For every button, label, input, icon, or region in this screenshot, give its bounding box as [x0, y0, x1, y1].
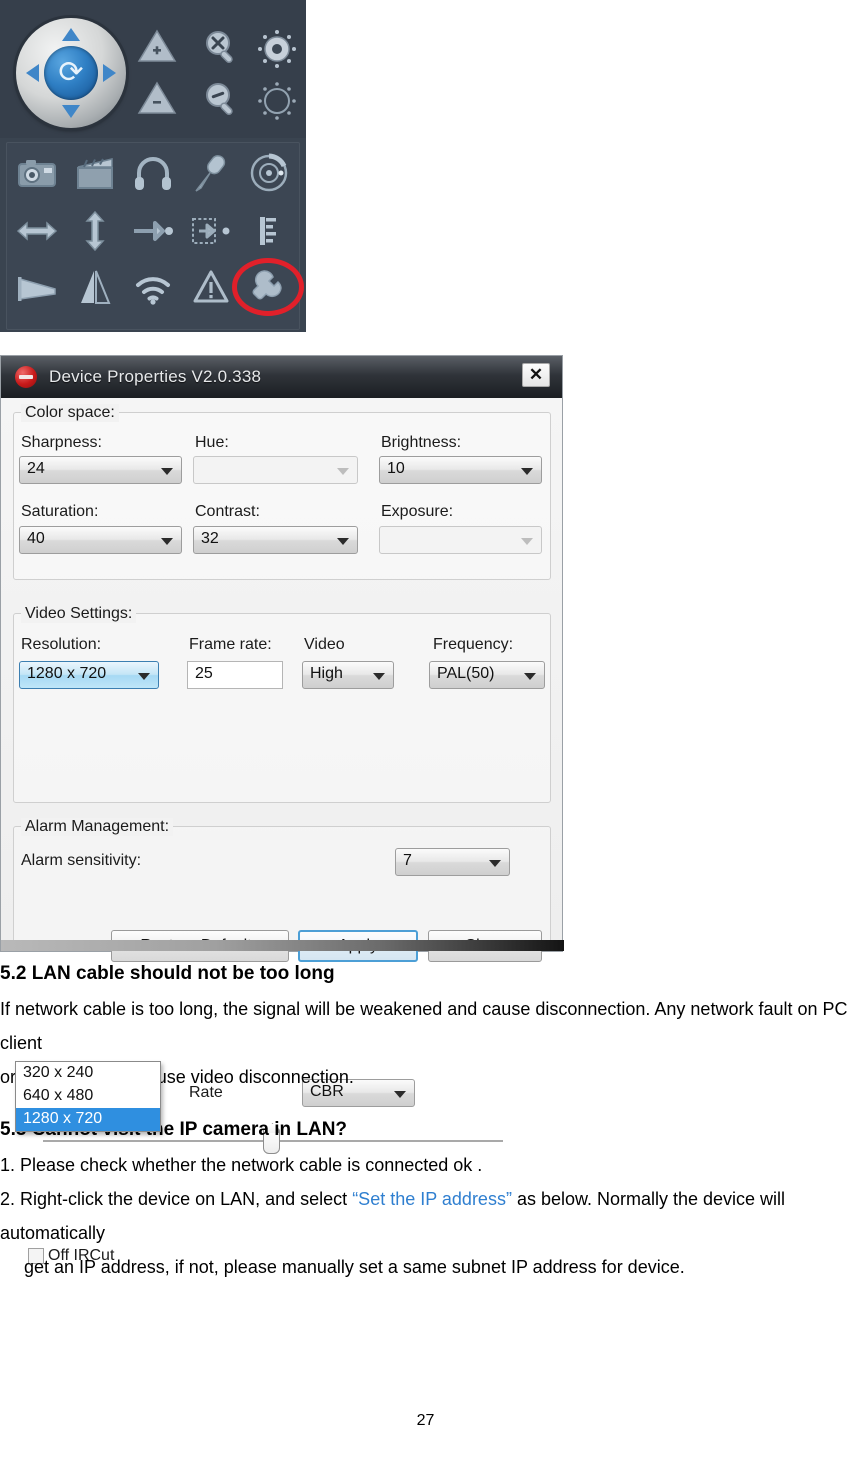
app-logo-icon — [15, 366, 37, 388]
alarm-sensitivity-label: Alarm sensitivity: — [21, 852, 142, 869]
exposure-select[interactable] — [379, 526, 542, 554]
frequency-label: Frequency: — [433, 636, 514, 653]
sharpness-label: Sharpness: — [21, 434, 102, 451]
resolution-select[interactable]: 1280 x 720 — [19, 661, 159, 689]
wifi-icon[interactable] — [131, 265, 175, 309]
hue-select[interactable] — [193, 456, 358, 484]
ptz-tool-button-grid — [6, 142, 300, 330]
chevron-down-icon — [524, 673, 536, 680]
chevron-down-icon — [489, 860, 501, 867]
frame-rate-label: Frame rate: — [189, 636, 272, 653]
camera-ptz-control-panel: ⟳ — [0, 0, 306, 332]
iris-open-icon[interactable] — [256, 28, 298, 70]
contrast-value: 32 — [201, 530, 219, 547]
pan-down-arrow-icon[interactable] — [62, 105, 80, 118]
brightness-label: Brightness: — [381, 434, 462, 451]
frame-rate-input[interactable]: 25 — [187, 661, 283, 689]
section-5-2-paragraph-line-1: If network cable is too long, the signal… — [0, 999, 848, 1053]
frequency-value: PAL(50) — [437, 665, 495, 682]
dialog-title: Device Properties V2.0.338 — [49, 367, 262, 386]
dialog-body: Color space: Sharpness: 24 Hue: Brightne… — [1, 398, 562, 1264]
alarm-warning-icon[interactable] — [189, 265, 233, 309]
listen-headphone-icon[interactable] — [131, 151, 175, 195]
saturation-select[interactable]: 40 — [19, 526, 182, 554]
vertical-scan-icon[interactable] — [73, 209, 117, 253]
ptz-auto-scan-button[interactable]: ⟳ — [44, 46, 98, 100]
alarm-sensitivity-value: 7 — [403, 852, 412, 869]
dialog-bottom-shadow — [1, 940, 564, 951]
exposure-label: Exposure: — [381, 503, 454, 520]
hue-label: Hue: — [195, 434, 229, 451]
chevron-down-icon — [521, 538, 533, 545]
close-icon[interactable]: ✕ — [522, 363, 550, 387]
video-label: Video — [304, 636, 345, 653]
ptz-upper-region: ⟳ — [0, 0, 306, 138]
iris-close-icon[interactable] — [256, 80, 298, 122]
horizontal-scan-icon[interactable] — [15, 209, 59, 253]
ptz-preset-dial-icon[interactable] — [247, 151, 291, 195]
video-quality-value: High — [310, 665, 343, 682]
focus-near-icon[interactable] — [136, 28, 178, 64]
brightness-select[interactable]: 10 — [379, 456, 542, 484]
chevron-down-icon — [337, 468, 349, 475]
alarm-sensitivity-select[interactable]: 7 — [395, 848, 510, 876]
talk-microphone-icon[interactable] — [189, 151, 233, 195]
section-5-3-item-2-pre: 2. Right-click the device on LAN, and se… — [0, 1189, 353, 1209]
zoom-out-icon[interactable] — [200, 80, 244, 122]
color-space-legend: Color space: — [21, 404, 119, 422]
device-properties-dialog: Device Properties V2.0.338 ✕ Color space… — [0, 355, 564, 1264]
chevron-down-icon — [521, 468, 533, 475]
ptz-joystick[interactable]: ⟳ — [16, 18, 126, 128]
resolution-option-1[interactable]: 640 x 480 — [16, 1085, 160, 1108]
sharpness-select[interactable]: 24 — [19, 456, 182, 484]
chevron-down-icon — [161, 538, 173, 545]
record-clapperboard-icon[interactable] — [73, 151, 117, 195]
alarm-management-legend: Alarm Management: — [21, 818, 174, 836]
chevron-down-icon — [161, 468, 173, 475]
set-ip-address-link[interactable]: “Set the IP address” — [352, 1189, 512, 1209]
contrast-select[interactable]: 32 — [193, 526, 358, 554]
color-bar-icon[interactable] — [247, 209, 291, 253]
refresh-icon: ⟳ — [58, 56, 84, 89]
zoom-in-icon[interactable] — [200, 28, 244, 70]
section-5-3-item-2: 2. Right-click the device on LAN, and se… — [0, 1182, 851, 1250]
page-number: 27 — [416, 1412, 435, 1429]
saturation-label: Saturation: — [21, 503, 99, 520]
resolution-dropdown-list[interactable]: 320 x 240 640 x 480 1280 x 720 — [15, 1061, 161, 1132]
sharpness-value: 24 — [27, 460, 45, 477]
section-5-2-heading: 5.2 LAN cable should not be too long — [0, 963, 335, 984]
snapshot-camera-icon[interactable] — [15, 151, 59, 195]
pan-up-arrow-icon[interactable] — [62, 28, 80, 41]
auto-tour-icon[interactable] — [131, 209, 175, 253]
device-settings-wrench-icon[interactable] — [247, 265, 291, 309]
pan-left-arrow-icon[interactable] — [26, 64, 39, 82]
saturation-value: 40 — [27, 530, 45, 547]
alarm-management-group — [13, 826, 551, 944]
chevron-down-icon — [373, 673, 385, 680]
resolution-option-2[interactable]: 1280 x 720 — [16, 1108, 160, 1131]
chevron-down-icon — [337, 538, 349, 545]
section-5-3-item-1: 1. Please check whether the network cabl… — [0, 1155, 483, 1175]
brightness-value: 10 — [387, 460, 405, 477]
video-quality-select[interactable]: High — [302, 661, 394, 689]
perspective-icon[interactable] — [15, 265, 59, 309]
focus-far-icon[interactable] — [136, 80, 178, 116]
section-5-3-item-2-continued: get an IP address, if not, please manual… — [24, 1257, 685, 1277]
mirror-flip-icon[interactable] — [73, 265, 117, 309]
pan-right-arrow-icon[interactable] — [103, 64, 116, 82]
resolution-value: 1280 x 720 — [27, 665, 107, 682]
contrast-label: Contrast: — [195, 503, 260, 520]
resolution-option-0[interactable]: 320 x 240 — [16, 1062, 160, 1085]
preset-set-icon[interactable] — [189, 209, 233, 253]
dialog-title-bar: Device Properties V2.0.338 ✕ — [1, 356, 562, 398]
video-settings-legend: Video Settings: — [21, 605, 137, 623]
frequency-select[interactable]: PAL(50) — [429, 661, 545, 689]
resolution-label: Resolution: — [21, 636, 102, 653]
chevron-down-icon — [138, 673, 150, 680]
